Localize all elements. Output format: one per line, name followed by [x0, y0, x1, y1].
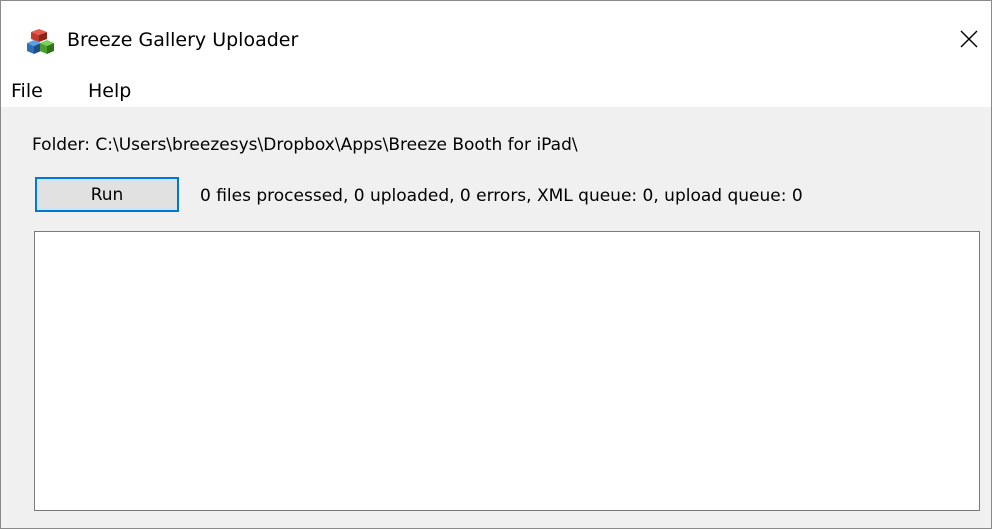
- status-text: 0 files processed, 0 uploaded, 0 errors,…: [200, 186, 803, 206]
- folder-path-label: Folder: C:\Users\breezesys\Dropbox\Apps\…: [32, 135, 578, 155]
- close-icon: [959, 29, 979, 53]
- close-button[interactable]: [949, 21, 989, 61]
- menu-bar: File Help: [1, 75, 991, 107]
- cubes-app-icon: [27, 27, 55, 55]
- run-button[interactable]: Run: [35, 177, 179, 212]
- run-button-label: Run: [90, 184, 124, 205]
- window-title: Breeze Gallery Uploader: [67, 29, 299, 51]
- title-bar[interactable]: Breeze Gallery Uploader: [1, 1, 991, 79]
- app-window: Breeze Gallery Uploader File Help Folder…: [0, 0, 992, 529]
- menu-help[interactable]: Help: [88, 79, 131, 103]
- log-textarea[interactable]: [34, 231, 980, 511]
- menu-file[interactable]: File: [11, 79, 43, 103]
